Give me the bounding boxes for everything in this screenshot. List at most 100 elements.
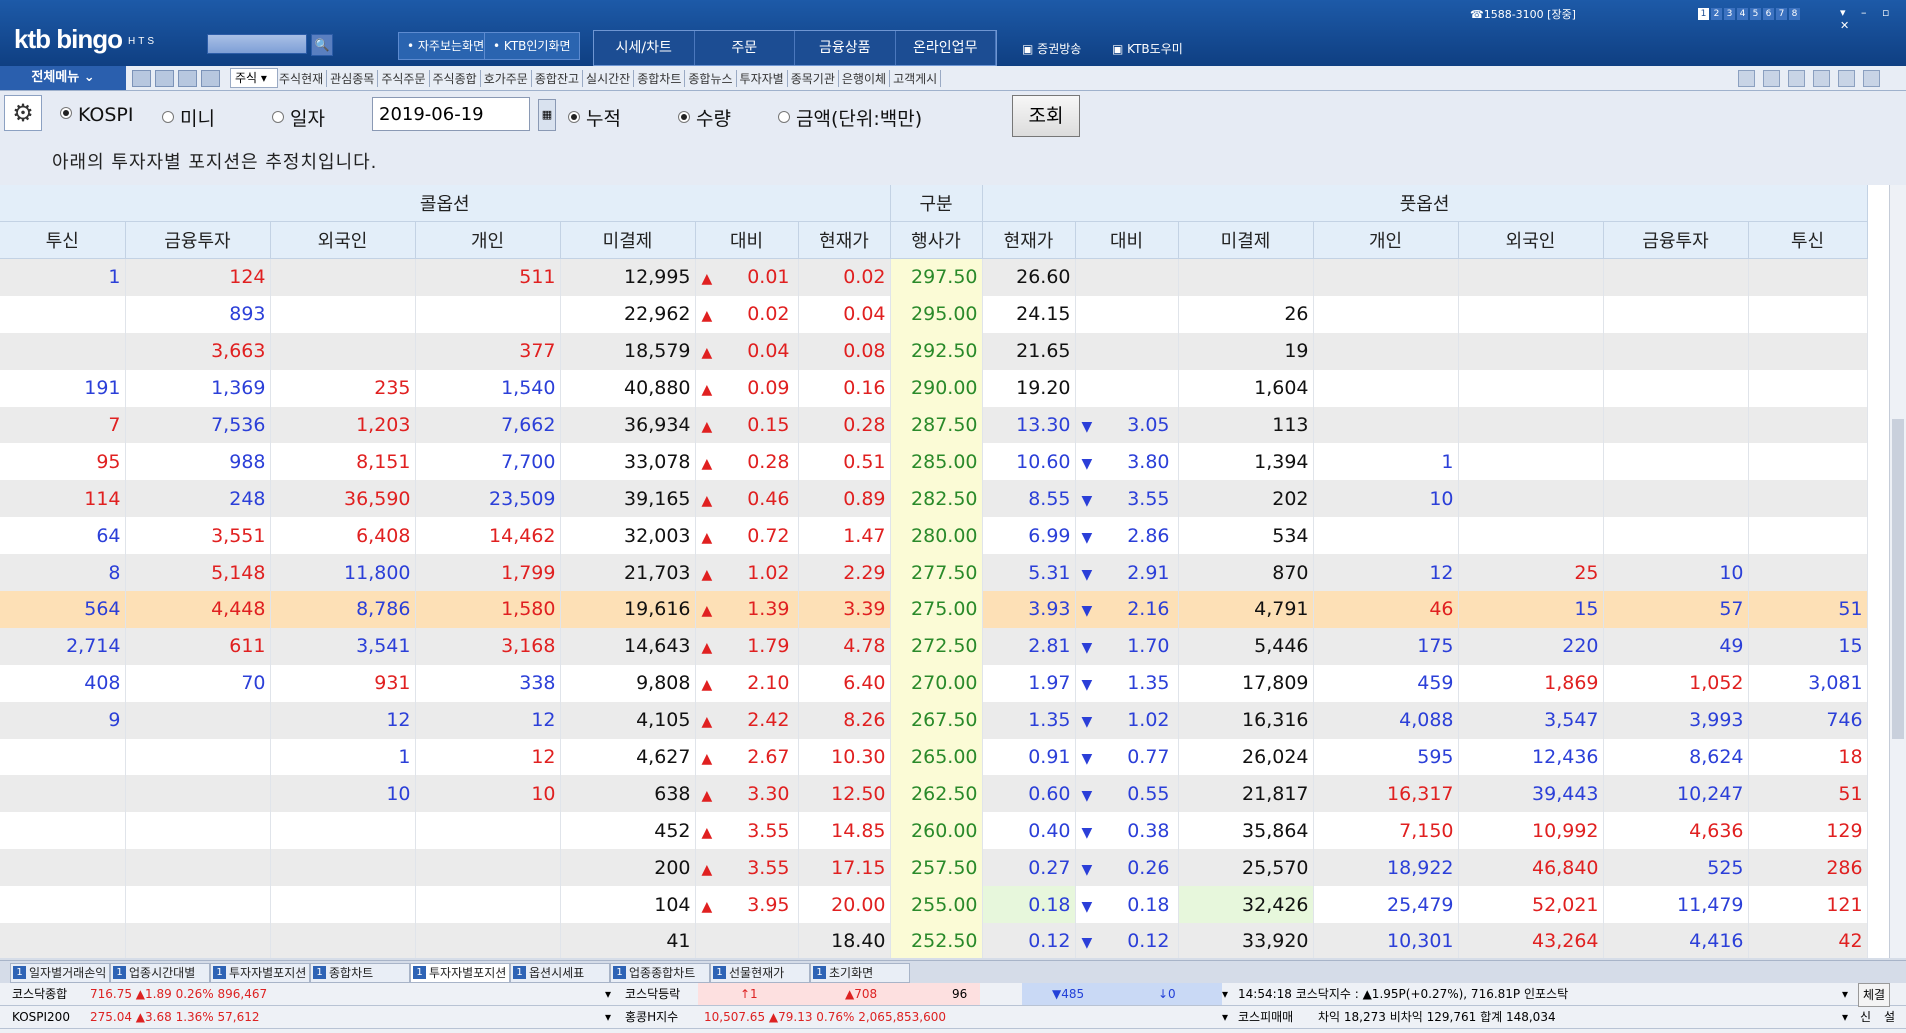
col-header-strike-price[interactable]: 행사가	[890, 221, 983, 259]
search-icon[interactable]: 🔍	[311, 34, 333, 56]
radio-quantity[interactable]: 수량	[678, 104, 731, 131]
dropdown-icon[interactable]: ▾	[1222, 983, 1228, 1005]
execution-button[interactable]: 체결	[1858, 983, 1891, 1007]
table-row[interactable]: 1 124 511 12,995 ▲ 0.01 0.02 297.50 26.60	[0, 258, 1868, 296]
col-header-put-individual[interactable]: 개인	[1313, 221, 1459, 259]
window-6-button[interactable]: 6	[1763, 8, 1774, 20]
col-header-call-individual[interactable]: 개인	[415, 221, 561, 259]
broadcast-link[interactable]: ▣ 증권방송	[1022, 40, 1081, 57]
screen-tab[interactable]: 1 초기화면	[810, 963, 910, 983]
table-row[interactable]: 408 70 931 338 9,808 ▲ 2.10 6.40 270.00 1.97 ▼ 1.35…	[0, 664, 1868, 702]
screen-tab[interactable]: 1 종합차트	[310, 963, 410, 983]
table-row[interactable]: 7 7,536 1,203 7,662 36,934 ▲ 0.15 0.28 287.50 13.…	[0, 406, 1868, 444]
calculator-icon[interactable]	[1813, 70, 1830, 87]
table-row[interactable]: 114 248 36,590 23,509 39,165 ▲ 0.46 0.89 282.50 8…	[0, 480, 1868, 518]
gear-icon[interactable]: ⚙	[4, 95, 42, 131]
col-header-put-price[interactable]: 현재가	[982, 221, 1076, 259]
col-header-call-price[interactable]: 현재가	[798, 221, 891, 259]
toolbar-icon-4[interactable]	[201, 70, 220, 87]
stock-category-dropdown[interactable]: 주식 ▾	[230, 68, 278, 88]
quick-menu-item[interactable]: 종합차트	[634, 70, 686, 87]
col-header-call-open-interest[interactable]: 미결제	[560, 221, 696, 259]
screen-tab[interactable]: 1 업종시간대별	[110, 963, 210, 983]
table-row[interactable]: 95 988 8,151 7,700 33,078 ▲ 0.28 0.51 285.00 10.6…	[0, 443, 1868, 481]
quick-menu-item[interactable]: 종목기관	[788, 70, 839, 87]
radio-kospi[interactable]: KOSPI	[60, 104, 134, 126]
screen-tab[interactable]: 1 선물현재가	[710, 963, 810, 983]
window-2-button[interactable]: 2	[1711, 8, 1722, 20]
col-header-call-trust[interactable]: 투신	[0, 221, 126, 259]
settings-button[interactable]: 설	[1884, 1006, 1895, 1028]
col-header-call-finance[interactable]: 금융투자	[125, 221, 271, 259]
table-row[interactable]: 893 22,962 ▲ 0.02 0.04 295.00 24.15 26	[0, 295, 1868, 333]
vertical-scrollbar[interactable]	[1889, 185, 1906, 958]
favorite-screens-button[interactable]: • 자주보는화면	[398, 32, 494, 60]
table-row[interactable]: 41 18.40 252.50 0.12 ▼ 0.12 33,920 10,301 43,264…	[0, 923, 1868, 958]
calendar-icon[interactable]: ▦	[538, 99, 556, 131]
window-1-button[interactable]: 1	[1698, 8, 1709, 20]
radio-mini[interactable]: 미니	[162, 104, 215, 131]
window-3-button[interactable]: 3	[1724, 8, 1735, 20]
quick-menu-item[interactable]: 주식현재	[276, 70, 328, 87]
clock-icon[interactable]	[1863, 70, 1880, 87]
col-header-put-open-interest[interactable]: 미결제	[1178, 221, 1314, 259]
quick-menu-item[interactable]: 고객게시	[890, 70, 942, 87]
scrollbar-thumb[interactable]	[1892, 419, 1904, 739]
window-4-button[interactable]: 4	[1737, 8, 1748, 20]
quick-menu-item[interactable]: 관심종목	[327, 70, 379, 87]
news-ticker[interactable]: 14:54:18 코스닥지수 : ▲1.95P(+0.27%), 716.81P…	[1238, 983, 1568, 1005]
table-row[interactable]: 3,663 377 18,579 ▲ 0.04 0.08 292.50 21.65 19	[0, 332, 1868, 370]
dropdown-icon[interactable]: ▾	[605, 1006, 611, 1028]
helper-link[interactable]: ▣ KTB도우미	[1112, 40, 1183, 57]
table-row[interactable]: 564 4,448 8,786 1,580 19,616 ▲ 1.39 3.39 275.00 3…	[0, 591, 1868, 628]
settings-icon[interactable]	[1763, 70, 1780, 87]
radio-date[interactable]: 일자	[272, 104, 325, 131]
col-header-put-foreign[interactable]: 외국인	[1458, 221, 1604, 259]
nav-online-services[interactable]: 온라인업무	[896, 31, 996, 65]
window-controls[interactable]: ▾ – ▫ ✕	[1840, 6, 1906, 32]
all-menu-button[interactable]: 전체메뉴 ⌄	[0, 66, 126, 90]
nav-financial-products[interactable]: 금융상품	[795, 31, 896, 65]
quick-menu-item[interactable]: 실시간잔	[583, 70, 635, 87]
col-header-call-change[interactable]: 대비	[695, 221, 799, 259]
screen-tab[interactable]: 1 투자자별포지션	[210, 963, 310, 983]
dropdown-icon[interactable]: ▾	[1222, 1006, 1228, 1028]
quick-menu-item[interactable]: 주식주문	[378, 70, 430, 87]
table-row[interactable]: 200 ▲ 3.55 17.15 257.50 0.27 ▼ 0.26 25,570 18,922…	[0, 849, 1868, 887]
screen-tab[interactable]: 1 옵션시세표	[510, 963, 610, 983]
table-row[interactable]: 8 5,148 11,800 1,799 21,703 ▲ 1.02 2.29 277.50 5.…	[0, 554, 1868, 592]
screen-tab[interactable]: 1 투자자별포지션	[410, 963, 510, 983]
popular-screens-button[interactable]: • KTB인기화면	[484, 32, 580, 60]
nav-quotes-chart[interactable]: 시세/차트	[594, 31, 695, 65]
col-header-put-trust[interactable]: 투신	[1748, 221, 1868, 259]
refresh-icon[interactable]	[1738, 70, 1755, 87]
table-row[interactable]: 452 ▲ 3.55 14.85 260.00 0.40 ▼ 0.38 35,864 7,150 1…	[0, 812, 1868, 850]
table-row[interactable]: 104 ▲ 3.95 20.00 255.00 0.18 ▼ 0.18 32,426 25,479…	[0, 886, 1868, 924]
nav-order[interactable]: 주문	[695, 31, 795, 65]
col-header-call-foreign[interactable]: 외국인	[270, 221, 416, 259]
table-row[interactable]: 10 10 638 ▲ 3.30 12.50 262.50 0.60 ▼ 0.55 21,817 16…	[0, 775, 1868, 813]
dropdown-icon[interactable]: ▾	[1842, 983, 1848, 1005]
print-icon[interactable]	[178, 70, 197, 87]
table-row[interactable]: 191 1,369 235 1,540 40,880 ▲ 0.09 0.16 290.00 19.…	[0, 369, 1868, 407]
quick-menu-item[interactable]: 호가주문	[481, 70, 532, 87]
col-header-put-finance[interactable]: 금융투자	[1603, 221, 1749, 259]
new-button[interactable]: 신	[1860, 1006, 1871, 1028]
table-row[interactable]: 2,714 611 3,541 3,168 14,643 ▲ 1.79 4.78 272.50 2…	[0, 627, 1868, 665]
quick-menu-item[interactable]: 투자자별	[737, 70, 788, 87]
radio-amount[interactable]: 금액(단위:백만)	[778, 104, 922, 131]
screen-tab[interactable]: 1 업종종합차트	[610, 963, 710, 983]
lock-icon[interactable]	[1838, 70, 1855, 87]
table-row[interactable]: 9 12 12 4,105 ▲ 2.42 8.26 267.50 1.35 ▼ 1.02 16,316…	[0, 701, 1868, 739]
window-8-button[interactable]: 8	[1789, 8, 1800, 20]
window-7-button[interactable]: 7	[1776, 8, 1787, 20]
print-icon[interactable]	[1788, 70, 1805, 87]
query-button[interactable]: 조회	[1012, 95, 1080, 137]
quick-menu-item[interactable]: 종합잔고	[532, 70, 584, 87]
dropdown-icon[interactable]: ▾	[1842, 1006, 1848, 1028]
toolbar-icon-1[interactable]	[132, 70, 151, 87]
date-input[interactable]: 2019-06-19	[372, 97, 530, 131]
stock-search-input[interactable]	[207, 34, 307, 54]
dropdown-icon[interactable]: ▾	[605, 983, 611, 1005]
quick-menu-item[interactable]: 은행이체	[839, 70, 891, 87]
